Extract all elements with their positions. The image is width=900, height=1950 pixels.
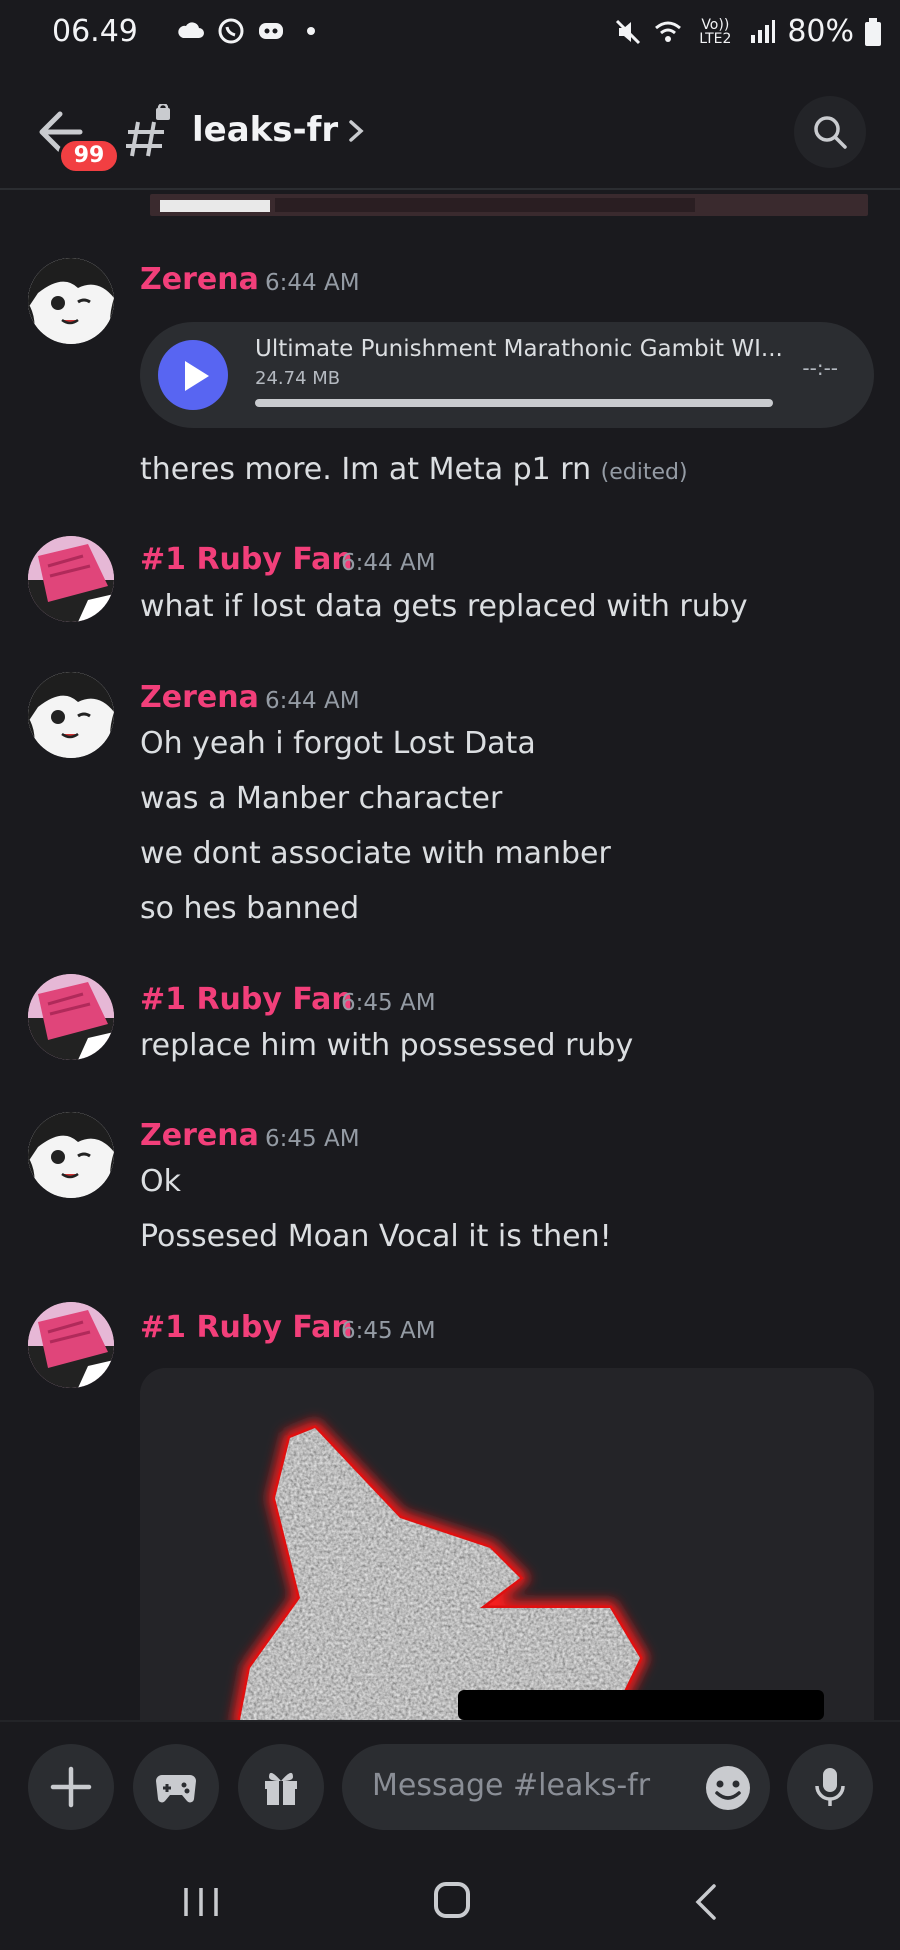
microphone-icon bbox=[815, 1768, 845, 1806]
audio-title: Ultimate Punishment Marathonic Gambit WI… bbox=[255, 336, 783, 362]
ruby-character-avatar-image bbox=[28, 536, 114, 622]
system-navigation-bar bbox=[0, 1850, 900, 1950]
battery-icon bbox=[865, 17, 881, 46]
gamepad-icon bbox=[156, 1775, 196, 1803]
activities-button[interactable] bbox=[133, 1744, 219, 1830]
message-author[interactable]: #1 Ruby Fan bbox=[140, 1310, 353, 1345]
message-timestamp: 6:44 AM bbox=[265, 688, 360, 714]
edited-label: (edited) bbox=[600, 460, 688, 485]
audio-duration: --:-- bbox=[802, 356, 838, 380]
message-line: so hes banned bbox=[140, 891, 360, 926]
message-author[interactable]: Zerena bbox=[140, 262, 259, 297]
voice-message-button[interactable] bbox=[787, 1744, 873, 1830]
message-author[interactable]: Zerena bbox=[140, 1118, 259, 1153]
network-label: Vo)) LTE2 bbox=[699, 16, 732, 47]
channel-name[interactable]: leaks-fr bbox=[192, 110, 338, 150]
battery-percent: 80% bbox=[787, 14, 854, 49]
audio-file-size: 24.74 MB bbox=[255, 368, 341, 389]
dot-icon bbox=[307, 27, 315, 35]
message-input-placeholder: Message #leaks-fr bbox=[372, 1768, 651, 1803]
locked-hashtag-icon bbox=[126, 104, 170, 157]
chevron-right-icon[interactable] bbox=[345, 116, 367, 146]
audio-attachment: Ultimate Punishment Marathonic Gambit WI… bbox=[140, 322, 874, 428]
emoji-icon[interactable] bbox=[704, 1764, 752, 1812]
signal-icon bbox=[751, 19, 776, 43]
message-line: Oh yeah i forgot Lost Data bbox=[140, 726, 536, 761]
screenshot-embed-preview[interactable] bbox=[150, 194, 868, 216]
recent-apps-icon[interactable] bbox=[182, 1886, 220, 1918]
message-line: we dont associate with manber bbox=[140, 836, 611, 871]
status-right: Vo)) LTE2 80% bbox=[613, 14, 882, 49]
message-text: theres more. Im at Meta p1 rn (edited) bbox=[140, 452, 688, 487]
mute-icon bbox=[616, 19, 641, 44]
unread-badge: 99 bbox=[58, 138, 120, 174]
gift-icon bbox=[265, 1772, 297, 1805]
search-button[interactable] bbox=[794, 96, 866, 168]
status-bar: 06.49 Vo)) LTE2 80% bbox=[0, 0, 900, 70]
message-line: what if lost data gets replaced with rub… bbox=[140, 589, 748, 624]
avatar[interactable] bbox=[28, 672, 114, 758]
message-author[interactable]: #1 Ruby Fan bbox=[140, 542, 353, 577]
play-icon bbox=[185, 361, 209, 391]
channel-header: 99 leaks-fr bbox=[0, 80, 900, 190]
anime-girl-avatar-image bbox=[28, 258, 114, 344]
message-line: Possesed Moan Vocal it is then! bbox=[140, 1219, 612, 1254]
message-author[interactable]: #1 Ruby Fan bbox=[140, 982, 353, 1017]
ruby-character-avatar-image bbox=[28, 974, 114, 1060]
message-timestamp: 6:45 AM bbox=[265, 1126, 360, 1152]
ruby-character-avatar-image bbox=[28, 1302, 114, 1388]
add-attachment-button[interactable] bbox=[28, 1744, 114, 1830]
status-time: 06.49 bbox=[52, 14, 138, 49]
message-timestamp: 6:45 AM bbox=[341, 1318, 436, 1344]
avatar[interactable] bbox=[28, 258, 114, 344]
anime-girl-avatar-image bbox=[28, 672, 114, 758]
message-composer: Message #leaks-fr bbox=[0, 1720, 900, 1850]
avatar[interactable] bbox=[28, 974, 114, 1060]
avatar[interactable] bbox=[28, 1302, 114, 1388]
gift-button[interactable] bbox=[238, 1744, 324, 1830]
message-line: theres more. Im at Meta p1 rn bbox=[140, 452, 592, 487]
static-noise-character-image bbox=[140, 1368, 874, 1720]
avatar[interactable] bbox=[28, 536, 114, 622]
wifi-icon bbox=[655, 21, 682, 42]
whatsapp-icon bbox=[218, 18, 244, 44]
message-input[interactable]: Message #leaks-fr bbox=[342, 1744, 770, 1830]
image-attachment[interactable] bbox=[140, 1368, 874, 1720]
avatar[interactable] bbox=[28, 1112, 114, 1198]
message-author[interactable]: Zerena bbox=[140, 680, 259, 715]
message-line: replace him with possessed ruby bbox=[140, 1028, 634, 1063]
play-button[interactable] bbox=[158, 340, 228, 410]
status-notification-icons bbox=[176, 16, 326, 46]
message-timestamp: 6:45 AM bbox=[341, 990, 436, 1016]
nav-back-icon[interactable] bbox=[694, 1882, 718, 1922]
home-button[interactable] bbox=[434, 1882, 470, 1918]
plus-icon bbox=[50, 1766, 92, 1808]
discord-icon bbox=[259, 23, 283, 39]
message-timestamp: 6:44 AM bbox=[341, 550, 436, 576]
cloud-icon bbox=[178, 22, 204, 38]
message-line: was a Manber character bbox=[140, 781, 503, 816]
message-timestamp: 6:44 AM bbox=[265, 270, 360, 296]
search-icon bbox=[814, 116, 847, 149]
message-line: Ok bbox=[140, 1164, 181, 1199]
audio-progress-bar[interactable] bbox=[255, 399, 773, 407]
anime-girl-avatar-image bbox=[28, 1112, 114, 1198]
